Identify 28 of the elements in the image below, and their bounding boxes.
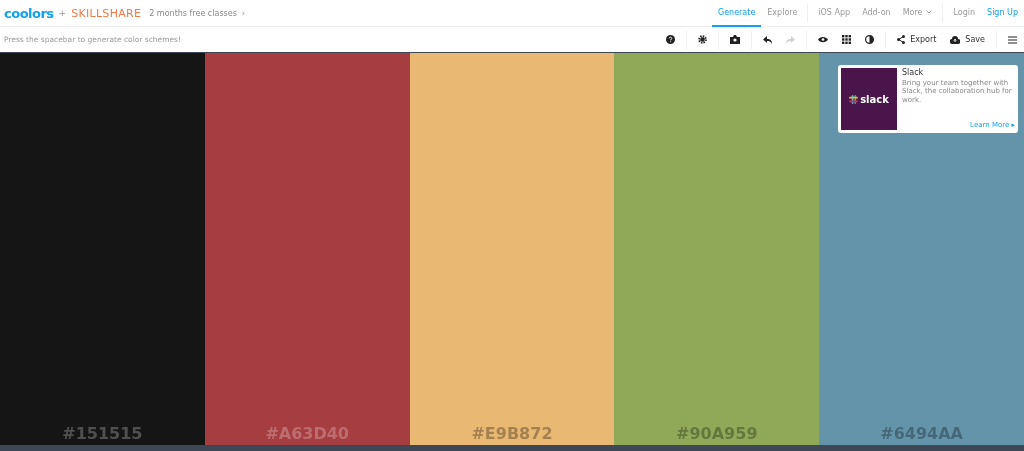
- slack-icon: [849, 94, 859, 104]
- cloud-upload-icon: [950, 35, 961, 44]
- nav-link[interactable]: Add-on: [856, 0, 897, 27]
- undo-icon: [763, 35, 773, 44]
- coolors-logo[interactable]: coolors: [4, 5, 54, 21]
- grid-icon: [842, 35, 852, 44]
- nav-link[interactable]: More: [896, 0, 939, 27]
- camera-icon: [730, 35, 741, 44]
- slack-logo: slack: [860, 93, 889, 105]
- ad-title: Slack: [902, 68, 925, 77]
- eye-icon: [818, 36, 829, 43]
- save-button[interactable]: Save: [943, 27, 992, 52]
- contrast-icon: [865, 35, 875, 44]
- hex-code[interactable]: #E9B872: [471, 424, 553, 443]
- skillshare-logo[interactable]: SKILLSHARE: [71, 6, 142, 20]
- menu-icon: [1008, 35, 1017, 44]
- export-button[interactable]: Export: [890, 27, 944, 52]
- plus-sign: +: [58, 8, 67, 18]
- nav-link[interactable]: Sign Up: [981, 0, 1024, 27]
- help-icon: [666, 35, 676, 44]
- nav-link[interactable]: Explore: [761, 0, 804, 27]
- promo-link[interactable]: 2 months free classes ›: [149, 8, 245, 18]
- nav-link[interactable]: Login: [947, 0, 982, 27]
- redo-icon: [786, 35, 796, 44]
- color-swatch[interactable]: #E9B872: [409, 53, 615, 445]
- share-icon: [897, 35, 906, 44]
- settings-icon: [698, 35, 708, 44]
- nav-link[interactable]: iOS App: [812, 0, 857, 27]
